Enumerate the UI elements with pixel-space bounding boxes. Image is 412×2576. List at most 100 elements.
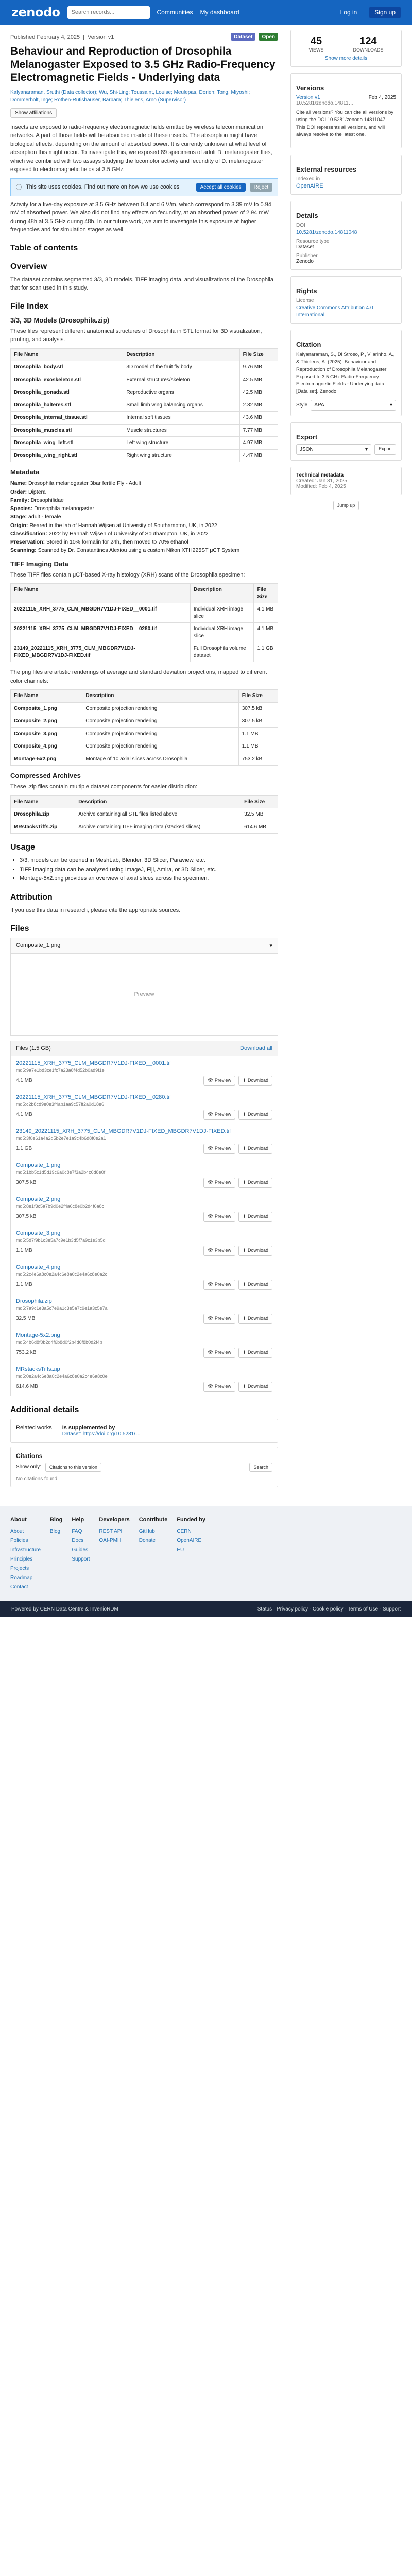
preview-button[interactable]: 👁 Preview <box>203 1245 235 1256</box>
file-name-link[interactable]: Drosophila.zip <box>16 1298 272 1304</box>
show-affiliations-button[interactable]: Show affiliations <box>10 108 57 118</box>
footer-link[interactable]: Policies <box>10 1536 41 1546</box>
preview-button[interactable]: 👁 Preview <box>203 1075 235 1086</box>
signup-button[interactable]: Sign up <box>369 7 401 18</box>
footer-link[interactable]: Docs <box>72 1536 90 1546</box>
file-item: Composite_1.png md5:1bb5c1d5d19c6a0c8e7f3… <box>10 1158 278 1192</box>
rights-heading: Rights <box>296 287 317 295</box>
doi-link[interactable]: 10.5281/zenodo.14811048 <box>296 230 357 235</box>
footer-link[interactable]: OAI-PMH <box>99 1536 129 1546</box>
file-name-link[interactable]: 20221115_XRH_3775_CLM_MBGDR7V1DJ-FIXED__… <box>16 1060 272 1066</box>
table-cell: Composite_4.png <box>10 740 83 753</box>
citation-filter[interactable]: Citations to this version <box>45 1462 101 1472</box>
openaire-link[interactable]: OpenAIRE <box>296 183 323 189</box>
preview-button[interactable]: 👁 Preview <box>203 1347 235 1358</box>
preview-button[interactable]: 👁 Preview <box>203 1143 235 1154</box>
footer-link[interactable]: Principles <box>10 1555 41 1564</box>
login-button[interactable]: Log in <box>335 7 363 18</box>
preview-button[interactable]: 👁 Preview <box>203 1313 235 1324</box>
style-select[interactable]: APA ▾ <box>311 399 396 411</box>
download-button[interactable]: ⬇ Download <box>238 1347 272 1358</box>
preview-button[interactable]: 👁 Preview <box>203 1109 235 1120</box>
cite-all-versions: Cite all versions? You can cite all vers… <box>296 110 394 138</box>
file-name-link[interactable]: Montage-5x2.png <box>16 1332 272 1338</box>
preview-button[interactable]: 👁 Preview <box>203 1177 235 1188</box>
accept-cookies-button[interactable]: Accept all cookies <box>196 182 246 192</box>
rights-card: Rights License Creative Commons Attribut… <box>290 276 402 324</box>
version-item[interactable]: Version v1 <box>296 95 320 100</box>
file-size: 4.1 MB <box>16 1111 32 1117</box>
preview-button[interactable]: 👁 Preview <box>203 1211 235 1222</box>
download-button[interactable]: ⬇ Download <box>238 1109 272 1120</box>
table-header: File Name <box>10 583 191 604</box>
preview-button[interactable]: 👁 Preview <box>203 1381 235 1392</box>
footer-link[interactable]: REST API <box>99 1527 129 1536</box>
download-button[interactable]: ⬇ Download <box>238 1245 272 1256</box>
file-name-link[interactable]: Composite_3.png <box>16 1230 272 1236</box>
download-button[interactable]: ⬇ Download <box>238 1211 272 1222</box>
nav-dashboard[interactable]: My dashboard <box>200 9 239 16</box>
license-link[interactable]: Creative Commons Attribution 4.0 Interna… <box>296 305 373 318</box>
footer-bottom: Powered by CERN Data Centre & InvenioRDM… <box>0 1601 412 1618</box>
chevron-down-icon: ▾ <box>389 402 392 408</box>
details-card: Details DOI 10.5281/zenodo.14811048 Reso… <box>290 201 402 270</box>
preview-header[interactable]: Composite_1.png ▾ <box>10 937 278 953</box>
table-header: File Size <box>253 583 278 604</box>
table-cell: Drosophila.zip <box>10 808 76 821</box>
table-header: Description <box>190 583 254 604</box>
footer-link[interactable]: Support <box>72 1555 90 1564</box>
preview-button[interactable]: 👁 Preview <box>203 1279 235 1290</box>
footer-link[interactable]: OpenAIRE <box>177 1536 205 1546</box>
reject-cookies-button[interactable]: Reject <box>249 182 272 192</box>
file-name-link[interactable]: Composite_4.png <box>16 1264 272 1270</box>
download-button[interactable]: ⬇ Download <box>238 1279 272 1290</box>
footer-link[interactable]: FAQ <box>72 1527 90 1536</box>
download-button[interactable]: ⬇ Download <box>238 1381 272 1392</box>
jump-up-button[interactable]: Jump up <box>333 500 359 510</box>
footer-link[interactable]: Donate <box>139 1536 168 1546</box>
metadata-key: Preservation: <box>10 539 47 546</box>
search-input[interactable] <box>67 6 150 19</box>
footer-links[interactable]: Status · Privacy policy · Cookie policy … <box>258 1606 401 1612</box>
footer-link[interactable]: Infrastructure <box>10 1546 41 1555</box>
footer-link[interactable]: Roadmap <box>10 1573 41 1583</box>
access-badge[interactable]: Open <box>259 33 278 41</box>
attribution-heading: Attribution <box>10 893 53 902</box>
metadata-key: Origin: <box>10 522 30 529</box>
download-button[interactable]: ⬇ Download <box>238 1075 272 1086</box>
file-name-link[interactable]: Composite_2.png <box>16 1196 272 1202</box>
footer-link[interactable]: GitHub <box>139 1527 168 1536</box>
download-button[interactable]: ⬇ Download <box>238 1177 272 1188</box>
table-cell: Internal soft tissues <box>123 411 240 425</box>
file-name-link[interactable]: 23149_20221115_XRH_3775_CLM_MBGDR7V1DJ-F… <box>16 1128 272 1134</box>
authors-list[interactable]: Kalyanaraman, Sruthi (Data collector); W… <box>10 89 278 104</box>
supplement-link[interactable]: Dataset: https://doi.org/10.5281/… <box>62 1431 141 1437</box>
external-card: External resources Indexed in OpenAIRE <box>290 155 402 195</box>
footer-link[interactable]: Contact <box>10 1583 41 1592</box>
footer: About About Policies Infrastructure Principl… <box>0 1505 412 1602</box>
show-more-details-link[interactable]: Show more details <box>325 56 367 61</box>
footer-link[interactable]: About <box>10 1527 41 1536</box>
download-button[interactable]: ⬇ Download <box>238 1143 272 1154</box>
zenodo-logo[interactable]: zenodo <box>11 5 60 20</box>
nav-communities[interactable]: Communities <box>157 9 193 16</box>
download-button[interactable]: ⬇ Download <box>238 1313 272 1324</box>
metadata-key: Stage: <box>10 514 29 520</box>
chevron-down-icon[interactable]: ▾ <box>269 942 272 949</box>
footer-link[interactable]: Guides <box>72 1546 90 1555</box>
footer-link[interactable]: Projects <box>10 1564 41 1573</box>
metadata-heading: Metadata <box>10 468 40 477</box>
file-name-link[interactable]: MRstacksTiffs.zip <box>16 1366 272 1372</box>
technical-card: Technical metadata Created: Jan 31, 2025… <box>290 466 402 495</box>
export-button[interactable]: Export <box>374 444 396 455</box>
export-select[interactable]: JSON ▾ <box>296 444 371 455</box>
tiff-heading: TIFF Imaging Data <box>10 560 68 568</box>
citations-search-button[interactable]: Search <box>249 1462 272 1472</box>
footer-link[interactable]: EU <box>177 1546 205 1555</box>
file-name-link[interactable]: Composite_1.png <box>16 1162 272 1168</box>
footer-link[interactable]: CERN <box>177 1527 205 1536</box>
file-name-link[interactable]: 20221115_XRH_3775_CLM_MBGDR7V1DJ-FIXED__… <box>16 1094 272 1100</box>
footer-link[interactable]: Blog <box>50 1527 62 1536</box>
download-all-link[interactable]: Download all <box>240 1045 272 1052</box>
table-cell: Left wing structure <box>123 436 240 450</box>
